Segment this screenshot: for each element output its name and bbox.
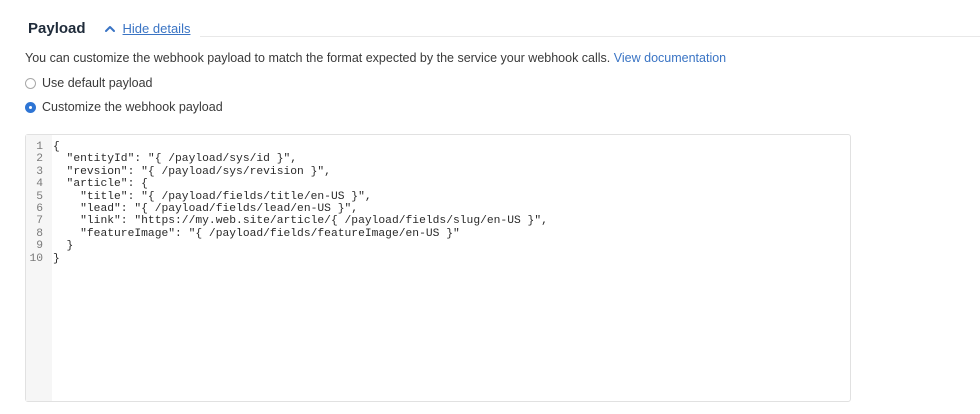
default-payload-radio[interactable] [25,77,36,89]
line-code: "link": "https://my.web.site/article/{ /… [53,215,548,228]
section-title: Payload [28,20,86,37]
line-code: } [53,240,74,253]
payload-code-editor[interactable]: 1{ 2 "entityId": "{ /payload/sys/id }", … [25,134,851,402]
hide-details-toggle[interactable]: Hide details [104,21,191,36]
code-line: 6 "lead": "{ /payload/fields/lead/en-US … [26,203,548,215]
code-line: 3 "revsion": "{ /payload/sys/revision }"… [26,166,548,178]
customize-payload-option[interactable]: Customize the webhook payload [25,100,223,114]
code-line: 2 "entityId": "{ /payload/sys/id }", [26,153,548,165]
default-payload-label: Use default payload [42,76,153,90]
line-number: 4 [36,178,43,191]
custom-payload-radio[interactable] [25,101,36,113]
line-code: "revsion": "{ /payload/sys/revision }", [53,165,331,178]
line-code: { [53,141,60,153]
custom-payload-label: Customize the webhook payload [42,100,223,114]
view-documentation-link[interactable]: View documentation [614,51,726,65]
line-number: 10 [29,252,43,265]
line-code: "title": "{ /payload/fields/title/en-US … [53,190,372,203]
line-number: 6 [36,202,43,215]
line-number: 3 [36,165,43,178]
code-line: 9 } [26,240,548,252]
line-number: 8 [36,227,43,240]
payload-description: You can customize the webhook payload to… [25,51,726,65]
header-divider [200,36,980,37]
line-code: "article": { [53,178,148,191]
code-line: 4 "article": { [26,178,548,190]
code-lines: 1{ 2 "entityId": "{ /payload/sys/id }", … [26,141,548,265]
payload-section-header: Payload Hide details [28,20,190,37]
use-default-payload-option[interactable]: Use default payload [25,76,153,90]
chevron-up-icon [104,25,115,32]
line-number: 2 [36,153,43,166]
code-line: 5 "title": "{ /payload/fields/title/en-U… [26,191,548,203]
line-number: 9 [36,240,43,253]
code-line: 7 "link": "https://my.web.site/article/{… [26,215,548,227]
code-line: 8 "featureImage": "{ /payload/fields/fea… [26,228,548,240]
line-number: 5 [36,190,43,203]
code-line: 1{ [26,141,548,153]
description-text: You can customize the webhook payload to… [25,51,611,65]
line-code: } [53,252,60,265]
line-code: "lead": "{ /payload/fields/lead/en-US }"… [53,202,359,215]
line-number: 1 [36,141,43,153]
code-line: 10} [26,253,548,265]
line-number: 7 [36,215,43,228]
line-code: "featureImage": "{ /payload/fields/featu… [53,227,460,240]
line-code: "entityId": "{ /payload/sys/id }", [53,153,298,166]
hide-details-link[interactable]: Hide details [123,21,191,36]
